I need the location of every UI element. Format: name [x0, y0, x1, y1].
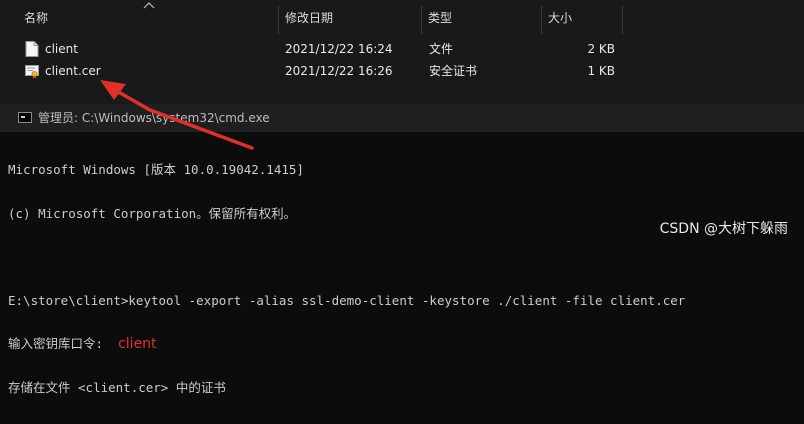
column-divider[interactable] [622, 6, 623, 34]
file-type: 安全证书 [429, 64, 478, 78]
certificate-icon [25, 65, 39, 79]
cmd-titlebar[interactable]: 管理员: C:\Windows\system32\cmd.exe [0, 104, 804, 132]
watermark: CSDN @大树下躲雨 [659, 221, 788, 237]
column-header-modified[interactable]: 修改日期 [285, 0, 333, 36]
file-size: 1 KB [587, 64, 615, 78]
file-row-client[interactable]: client 2021/12/22 16:24 文件 2 KB [0, 38, 804, 60]
file-explorer: 名称 修改日期 类型 大小 client 2021/12/22 16:24 文件… [0, 0, 804, 104]
window-title: 管理员: C:\Windows\system32\cmd.exe [38, 111, 270, 125]
file-size: 2 KB [587, 42, 615, 56]
file-icon [25, 41, 39, 57]
column-header-type[interactable]: 类型 [428, 0, 452, 36]
file-row-client-cer[interactable]: client.cer 2021/12/22 16:26 安全证书 1 KB [0, 60, 804, 82]
console-line: 存储在文件 <client.cer> 中的证书 [8, 379, 226, 395]
console-line: E:\store\client>keytool -export -alias s… [8, 292, 686, 308]
console-line: Microsoft Windows [版本 10.0.19042.1415] [8, 162, 304, 177]
column-divider[interactable] [278, 6, 279, 34]
file-name: client.cer [45, 64, 101, 78]
column-header-name[interactable]: 名称 [24, 0, 48, 36]
cmd-icon [18, 112, 32, 123]
password-prompt: 输入密钥库口令: [8, 336, 104, 351]
file-type: 文件 [429, 42, 454, 56]
file-modified: 2021/12/22 16:24 [285, 42, 393, 56]
sort-ascending-icon [143, 2, 155, 9]
cmd-window[interactable]: 管理员: C:\Windows\system32\cmd.exe Microso… [0, 104, 804, 394]
column-divider[interactable] [421, 6, 422, 34]
typed-password-annotation: client [118, 336, 157, 352]
console-line: 输入密钥库口令: client [8, 336, 798, 352]
file-modified: 2021/12/22 16:26 [285, 64, 393, 78]
file-name: client [45, 42, 78, 56]
column-header-size[interactable]: 大小 [548, 0, 572, 36]
console-output[interactable]: Microsoft Windows [版本 10.0.19042.1415] (… [8, 134, 798, 424]
column-divider[interactable] [541, 6, 542, 34]
